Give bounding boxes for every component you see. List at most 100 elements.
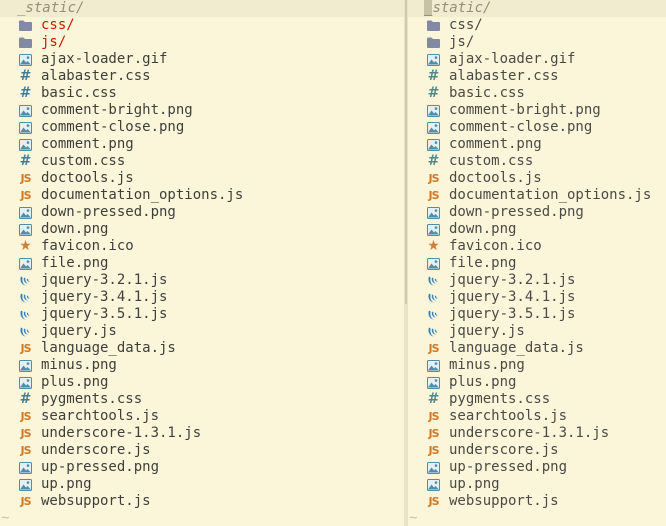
file-entry[interactable]: up.png <box>408 476 666 493</box>
file-entry[interactable]: minus.png <box>408 357 666 374</box>
file-entry[interactable]: JS underscore-1.3.1.js <box>0 425 404 442</box>
directory-entry[interactable]: js/ <box>0 34 404 51</box>
js-file-icon: JS <box>428 172 439 185</box>
file-entry[interactable]: JS searchtools.js <box>408 408 666 425</box>
file-name: underscore.js <box>449 442 559 458</box>
file-entry[interactable]: up.png <box>0 476 404 493</box>
directory-entry[interactable]: css/ <box>408 17 666 34</box>
favicon-star-icon: ★ <box>427 238 440 254</box>
file-entry[interactable]: # alabaster.css <box>408 68 666 85</box>
file-name: alabaster.css <box>41 68 151 84</box>
file-entry[interactable]: # basic.css <box>408 85 666 102</box>
css-file-icon: # <box>19 85 32 101</box>
file-entry[interactable]: plus.png <box>0 374 404 391</box>
file-name: jquery-3.4.1.js <box>41 289 168 305</box>
jquery-file-icon <box>19 291 32 304</box>
image-file-icon <box>427 53 440 66</box>
css-file-icon: # <box>19 391 32 407</box>
file-name: documentation_options.js <box>41 187 244 203</box>
file-entry[interactable]: comment.png <box>408 136 666 153</box>
file-name: comment-close.png <box>449 119 593 135</box>
right-file-pane[interactable]: _static/ css/js/ajax-loader.gif # alabaste… <box>408 0 666 526</box>
file-entry[interactable]: jquery-3.4.1.js <box>408 289 666 306</box>
file-entry[interactable]: minus.png <box>0 357 404 374</box>
folder-icon <box>427 36 440 49</box>
file-entry[interactable]: comment-bright.png <box>408 102 666 119</box>
file-entry[interactable]: comment-bright.png <box>0 102 404 119</box>
file-entry[interactable]: JS websupport.js <box>408 493 666 510</box>
file-entry[interactable]: jquery-3.5.1.js <box>408 306 666 323</box>
file-entry[interactable]: ajax-loader.gif <box>0 51 404 68</box>
js-file-icon: JS <box>20 189 31 202</box>
file-entry[interactable]: jquery-3.5.1.js <box>0 306 404 323</box>
folder-icon <box>19 36 32 49</box>
file-entry[interactable]: up-pressed.png <box>0 459 404 476</box>
file-name: custom.css <box>449 153 534 169</box>
file-entry[interactable]: JS doctools.js <box>408 170 666 187</box>
file-entry[interactable]: JS searchtools.js <box>0 408 404 425</box>
image-file-icon <box>427 223 440 236</box>
file-entry[interactable]: JS documentation_options.js <box>408 187 666 204</box>
file-name: favicon.ico <box>449 238 542 254</box>
file-entry[interactable]: # pygments.css <box>408 391 666 408</box>
empty-line-marker: ~ <box>1 510 10 526</box>
file-entry[interactable]: # pygments.css <box>0 391 404 408</box>
file-entry[interactable]: up-pressed.png <box>408 459 666 476</box>
file-entry[interactable]: jquery.js <box>408 323 666 340</box>
file-entry[interactable]: # basic.css <box>0 85 404 102</box>
file-entry[interactable]: # custom.css <box>0 153 404 170</box>
file-entry[interactable]: jquery.js <box>0 323 404 340</box>
file-entry[interactable]: JS language_data.js <box>408 340 666 357</box>
file-entry[interactable]: ajax-loader.gif <box>408 51 666 68</box>
file-entry[interactable]: ★ favicon.ico <box>408 238 666 255</box>
file-entry[interactable]: comment-close.png <box>408 119 666 136</box>
file-entry[interactable]: # alabaster.css <box>0 68 404 85</box>
file-name: comment.png <box>449 136 542 152</box>
css-file-icon: # <box>427 391 440 407</box>
file-entry[interactable]: JS language_data.js <box>0 340 404 357</box>
file-entry[interactable]: down-pressed.png <box>0 204 404 221</box>
file-entry[interactable]: JS doctools.js <box>0 170 404 187</box>
directory-entry[interactable]: css/ <box>0 17 404 34</box>
file-entry[interactable]: file.png <box>0 255 404 272</box>
file-entry[interactable]: JS documentation_options.js <box>0 187 404 204</box>
js-file-icon: JS <box>20 427 31 440</box>
file-entry[interactable]: # custom.css <box>408 153 666 170</box>
directory-name: js/ <box>449 34 475 50</box>
directory-name: css/ <box>41 17 75 33</box>
jquery-file-icon <box>19 308 32 321</box>
image-file-icon <box>427 478 440 491</box>
file-list: css/js/ajax-loader.gif # alabaster.css # bas… <box>0 17 404 510</box>
folder-icon <box>19 19 32 32</box>
js-file-icon: JS <box>428 444 439 457</box>
file-name: basic.css <box>41 85 117 101</box>
file-name: basic.css <box>449 85 525 101</box>
directory-entry[interactable]: js/ <box>408 34 666 51</box>
file-entry[interactable]: jquery-3.2.1.js <box>0 272 404 289</box>
file-entry[interactable]: JS underscore-1.3.1.js <box>408 425 666 442</box>
directory-path: static/ <box>432 0 492 16</box>
image-file-icon <box>19 206 32 219</box>
file-entry[interactable]: file.png <box>408 255 666 272</box>
scrollbar-thumb[interactable] <box>405 0 407 304</box>
file-entry[interactable]: down.png <box>0 221 404 238</box>
image-file-icon <box>19 376 32 389</box>
file-entry[interactable]: JS underscore.js <box>408 442 666 459</box>
file-entry[interactable]: JS websupport.js <box>0 493 404 510</box>
file-entry[interactable]: down-pressed.png <box>408 204 666 221</box>
favicon-star-icon: ★ <box>19 238 32 254</box>
file-entry[interactable]: down.png <box>408 221 666 238</box>
file-entry[interactable]: plus.png <box>408 374 666 391</box>
image-file-icon <box>427 376 440 389</box>
file-name: underscore.js <box>41 442 151 458</box>
file-entry[interactable]: JS underscore.js <box>0 442 404 459</box>
file-entry[interactable]: ★ favicon.ico <box>0 238 404 255</box>
js-file-icon: JS <box>428 427 439 440</box>
file-entry[interactable]: comment-close.png <box>0 119 404 136</box>
file-name: up-pressed.png <box>449 459 568 475</box>
file-entry[interactable]: jquery-3.2.1.js <box>408 272 666 289</box>
file-name: up-pressed.png <box>41 459 160 475</box>
left-file-pane[interactable]: _static/ css/js/ajax-loader.gif # alabaste… <box>0 0 404 526</box>
file-entry[interactable]: comment.png <box>0 136 404 153</box>
file-entry[interactable]: jquery-3.4.1.js <box>0 289 404 306</box>
